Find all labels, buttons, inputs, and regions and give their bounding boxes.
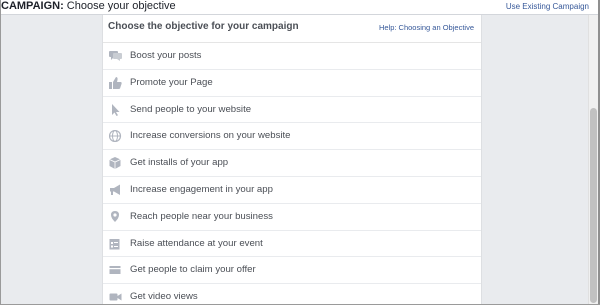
map-pin-icon (109, 210, 122, 223)
globe-icon (109, 130, 122, 143)
vertical-scrollbar[interactable] (588, 15, 598, 304)
objective-label: Boost your posts (130, 50, 202, 61)
objective-reach-nearby[interactable]: Reach people near your business (103, 204, 481, 231)
speech-bubbles-icon (109, 50, 122, 62)
objective-app-installs[interactable]: Get installs of your app (103, 150, 481, 177)
objective-label: Increase conversions on your website (130, 130, 291, 142)
top-bar: CAMPAIGN: Choose your objective Use Exis… (0, 0, 600, 15)
objective-label: Send people to your website (130, 103, 252, 115)
offer-tag-icon (109, 264, 122, 276)
objective-label: Raise attendance at your event (130, 237, 263, 249)
objective-label: Reach people near your business (130, 210, 273, 222)
objective-app-engagement[interactable]: Increase engagement in your app (103, 177, 481, 204)
objective-panel: Choose the objective for your campaign H… (102, 15, 482, 305)
objective-panel-title: Choose the objective for your campaign (108, 21, 299, 32)
objective-label: Promote your Page (130, 76, 213, 88)
objective-promote-page[interactable]: Promote your Page (103, 70, 481, 97)
thumbs-up-icon (109, 76, 122, 89)
objective-label: Get people to claim your offer (130, 264, 256, 276)
calendar-event-icon (109, 238, 122, 250)
page-heading: CAMPAIGN: Choose your objective (1, 0, 176, 13)
megaphone-icon (109, 184, 122, 196)
objective-boost-posts[interactable]: Boost your posts (103, 43, 481, 70)
scrollbar-thumb[interactable] (590, 108, 597, 303)
video-camera-icon (109, 291, 122, 303)
cursor-pointer-icon (109, 103, 122, 116)
frame-border-left (0, 0, 1, 305)
objective-send-to-website[interactable]: Send people to your website (103, 97, 481, 124)
objective-label: Get installs of your app (130, 157, 229, 169)
objective-list: Boost your posts Promote your Page Send … (103, 43, 481, 305)
objective-video-views[interactable]: Get video views (103, 284, 481, 305)
use-existing-campaign-link[interactable]: Use Existing Campaign (506, 1, 589, 13)
objective-label: Get video views (130, 291, 198, 303)
objective-panel-header: Choose the objective for your campaign H… (103, 15, 481, 43)
objective-claim-offer[interactable]: Get people to claim your offer (103, 257, 481, 285)
objective-label: Increase engagement in your app (130, 183, 273, 195)
objective-event-attendance[interactable]: Raise attendance at your event (103, 231, 481, 258)
page-heading-prefix: CAMPAIGN: (1, 0, 64, 12)
help-choosing-objective-link[interactable]: Help: Choosing an Objective (379, 23, 474, 32)
page-heading-text: Choose your objective (66, 0, 176, 12)
objective-increase-conversions[interactable]: Increase conversions on your website (103, 123, 481, 151)
app-box-icon (109, 157, 122, 170)
